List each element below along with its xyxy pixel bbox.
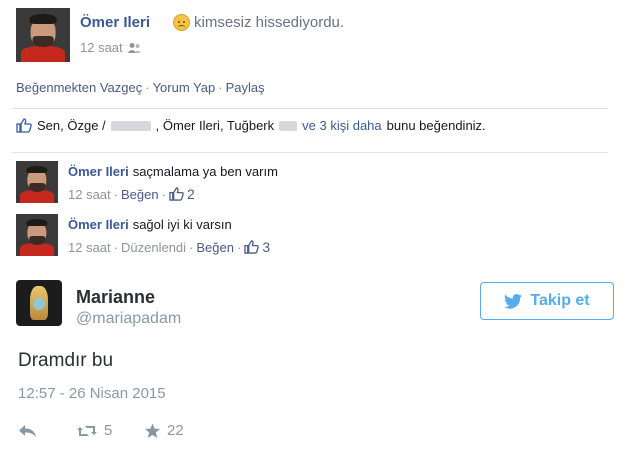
comment-body: Ömer Ileri saçmalama ya ben varım xyxy=(68,164,278,179)
blurred-name xyxy=(279,120,298,131)
comment-body: Ömer Ileri sağol iyi ki varsın xyxy=(68,217,232,232)
likes-text-part1: Sen, Özge / xyxy=(37,118,106,133)
likes-summary: Sen, Özge / , Ömer Ileri, Tuğberk ve 3 k… xyxy=(16,118,606,133)
divider xyxy=(12,152,608,153)
comment-meta: 12 saat · Düzenlendi · Beğen · 3 xyxy=(68,239,270,255)
friends-audience-icon[interactable] xyxy=(127,42,141,54)
tweet-timestamp[interactable]: 12:57 - 26 Nisan 2015 xyxy=(18,385,166,402)
follow-button-label: Takip et xyxy=(530,292,590,309)
post-action-bar: Beğenmekten Vazgeç · Yorum Yap · Paylaş xyxy=(16,80,265,95)
unlike-link[interactable]: Beğenmekten Vazgeç xyxy=(16,80,142,95)
meta-separator: · xyxy=(236,239,242,255)
divider xyxy=(12,108,608,109)
post-status-text: kimsesiz hissediyordu. xyxy=(194,14,345,31)
tweet-author-avatar[interactable] xyxy=(16,280,62,326)
comment-like-link[interactable]: Beğen xyxy=(196,240,234,255)
likes-text-part2: , Ömer Ileri, Tuğberk xyxy=(155,118,275,133)
meta-separator: · xyxy=(189,239,194,255)
meta-separator: · xyxy=(161,186,166,202)
tweet-action-bar: 5 22 xyxy=(18,422,184,439)
comment-like-count[interactable]: 3 xyxy=(262,239,270,255)
blurred-name xyxy=(110,120,151,131)
post-author-name[interactable]: Ömer Ileri xyxy=(80,14,150,31)
retweet-icon[interactable] xyxy=(76,424,98,438)
likes-text-part4: bunu beğendiniz. xyxy=(386,118,486,133)
meta-separator: · xyxy=(113,239,118,255)
favorite-action[interactable]: 22 xyxy=(144,422,184,439)
thumbs-up-icon[interactable] xyxy=(244,240,260,254)
tweet-author-name[interactable]: Marianne xyxy=(76,287,155,308)
comment-item: Ömer Ileri saçmalama ya ben varım 12 saat… xyxy=(16,161,606,205)
comment-author-name[interactable]: Ömer Ileri xyxy=(68,217,129,232)
thumbs-up-icon xyxy=(16,118,32,133)
retweet-action[interactable]: 5 xyxy=(76,422,144,439)
comment-text: saçmalama ya ben varım xyxy=(132,164,278,179)
sad-face-icon xyxy=(173,14,190,31)
thumbs-up-icon[interactable] xyxy=(169,187,184,201)
comment-item: Ömer Ileri sağol iyi ki varsın 12 saat · … xyxy=(16,214,606,258)
post-author-avatar[interactable] xyxy=(16,8,70,62)
comment-author-name[interactable]: Ömer Ileri xyxy=(68,164,129,179)
comment-like-link[interactable]: Beğen xyxy=(121,187,159,202)
share-link[interactable]: Paylaş xyxy=(226,80,265,95)
comment-edited-label[interactable]: Düzenlendi xyxy=(121,240,186,255)
post-status: kimsesiz hissediyordu. xyxy=(173,14,344,31)
twitter-bird-icon xyxy=(504,293,523,309)
comment-meta: 12 saat · Beğen · 2 xyxy=(68,186,195,202)
star-icon[interactable] xyxy=(144,423,161,439)
comment-like-count[interactable]: 2 xyxy=(187,186,195,202)
reply-icon[interactable] xyxy=(18,424,37,438)
tweet-text: Dramdır bu xyxy=(18,350,114,371)
meta-separator: · xyxy=(113,186,118,202)
action-separator: · xyxy=(145,80,150,95)
reply-action[interactable] xyxy=(18,424,76,438)
retweet-count: 5 xyxy=(104,422,113,439)
favorite-count: 22 xyxy=(167,422,184,439)
post-time-text[interactable]: 12 saat xyxy=(80,40,123,55)
comment-author-avatar[interactable] xyxy=(16,161,58,203)
comment-text: sağol iyi ki varsın xyxy=(132,217,232,232)
comment-time[interactable]: 12 saat xyxy=(68,240,111,255)
post-time: 12 saat xyxy=(80,40,141,55)
follow-button[interactable]: Takip et xyxy=(480,282,614,320)
comment-time[interactable]: 12 saat xyxy=(68,187,111,202)
comment-link[interactable]: Yorum Yap xyxy=(153,80,216,95)
tweet-card: Marianne @mariapadam Takip et Dramdır bu… xyxy=(0,262,640,461)
tweet-author-handle[interactable]: @mariapadam xyxy=(76,310,181,328)
likes-others-link[interactable]: ve 3 kişi daha xyxy=(302,118,382,133)
action-separator: · xyxy=(218,80,223,95)
facebook-post-card: Ömer Ileri kimsesiz hissediyordu. 12 saa… xyxy=(0,0,640,262)
comment-author-avatar[interactable] xyxy=(16,214,58,256)
